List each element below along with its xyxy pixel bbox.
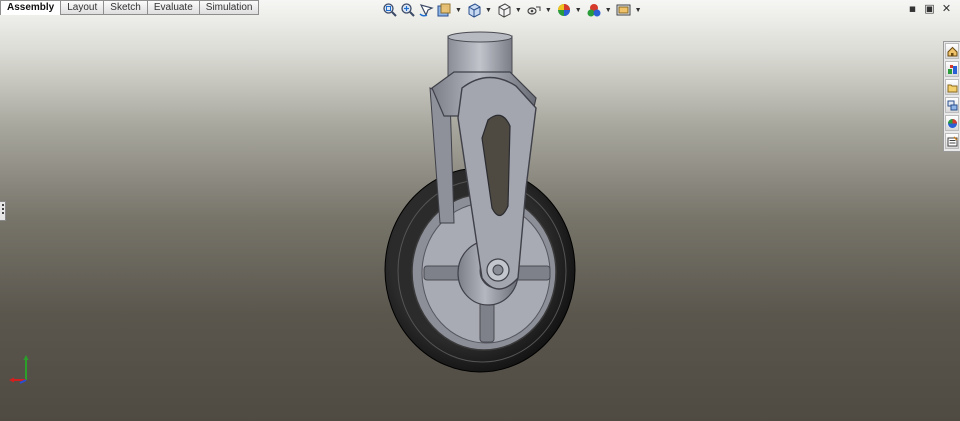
edit-appearance-icon[interactable] — [556, 2, 572, 18]
chevron-down-icon[interactable]: ▼ — [575, 7, 582, 14]
hide-show-items-icon[interactable] — [526, 2, 542, 18]
zoom-to-area-icon[interactable] — [400, 2, 416, 18]
command-manager-tabs: Assembly Layout Sketch Evaluate Simulati… — [0, 0, 260, 15]
chevron-down-icon[interactable]: ▼ — [515, 7, 522, 14]
tab-layout[interactable]: Layout — [61, 0, 105, 15]
caster-wheel-assembly-model[interactable] — [370, 28, 590, 378]
graphics-area[interactable]: Assembly Layout Sketch Evaluate Simulati… — [0, 0, 960, 421]
appearances-icon[interactable] — [945, 115, 959, 131]
window-controls: ▪ ▣ ✕ — [907, 3, 952, 14]
chevron-down-icon[interactable]: ▼ — [455, 7, 462, 14]
chevron-down-icon[interactable]: ▼ — [635, 7, 642, 14]
previous-view-icon[interactable] — [418, 2, 434, 18]
minimize-button[interactable]: ▪ — [907, 3, 918, 14]
display-style-icon[interactable] — [496, 2, 512, 18]
heads-up-view-toolbar: ▼ ▼ ▼ ▼ ▼ ▼ ▼ — [382, 2, 644, 18]
tab-simulation[interactable]: Simulation — [199, 0, 260, 15]
chevron-down-icon[interactable]: ▼ — [605, 7, 612, 14]
design-library-icon[interactable] — [945, 61, 959, 77]
view-orientation-icon[interactable] — [466, 2, 482, 18]
view-settings-icon[interactable] — [616, 2, 632, 18]
apply-scene-icon[interactable] — [586, 2, 602, 18]
file-explorer-icon[interactable] — [945, 79, 959, 95]
tab-evaluate[interactable]: Evaluate — [147, 0, 200, 15]
reference-triad — [9, 355, 29, 384]
custom-properties-icon[interactable] — [945, 133, 959, 149]
tab-sketch[interactable]: Sketch — [104, 0, 148, 15]
chevron-down-icon[interactable]: ▼ — [545, 7, 552, 14]
feature-manager-expand-handle[interactable] — [0, 201, 6, 221]
view-palette-icon[interactable] — [945, 97, 959, 113]
tab-assembly[interactable]: Assembly — [0, 0, 62, 15]
chevron-down-icon[interactable]: ▼ — [485, 7, 492, 14]
zoom-to-fit-icon[interactable] — [382, 2, 398, 18]
section-view-icon[interactable] — [436, 2, 452, 18]
home-icon[interactable] — [945, 43, 959, 59]
task-pane — [943, 41, 960, 152]
restore-button[interactable]: ▣ — [924, 3, 935, 14]
close-button[interactable]: ✕ — [941, 3, 952, 14]
